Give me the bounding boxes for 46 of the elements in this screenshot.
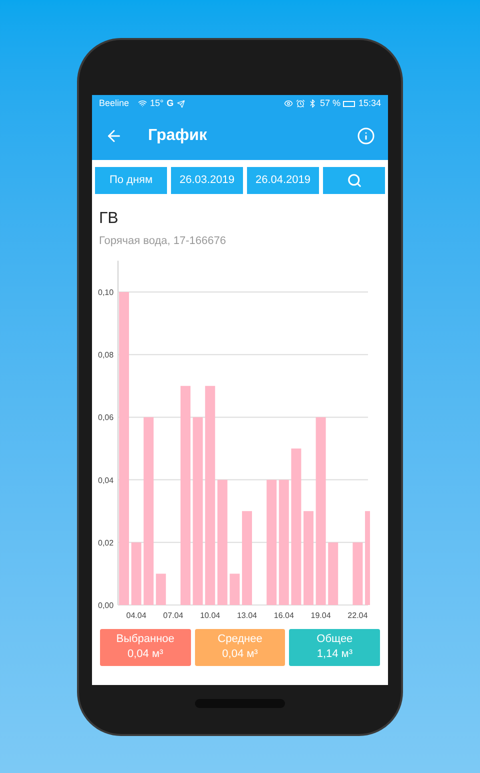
- x-tick-label: 16.04: [274, 610, 294, 620]
- clock-text: 15:34: [358, 96, 381, 110]
- y-tick-label: 0,08: [98, 350, 114, 360]
- summary-value: 0,04 м³: [222, 647, 258, 662]
- y-tick-label: 0,04: [98, 475, 114, 484]
- alarm-icon: [296, 99, 305, 108]
- y-tick-label: 0,10: [98, 288, 114, 296]
- battery-icon: [343, 100, 356, 106]
- meter-subtitle: Горячая вода, 17-166676: [99, 234, 227, 249]
- filter-button[interactable]: 26.04.2019: [247, 167, 319, 194]
- summary-label: Общее: [316, 632, 353, 647]
- bar: [230, 573, 240, 604]
- summary-label: Среднее: [218, 632, 262, 647]
- x-tick-label: 07.04: [163, 610, 184, 620]
- bar: [328, 542, 338, 604]
- x-tick-label: 19.04: [310, 610, 331, 620]
- filter-button[interactable]: По дням: [95, 167, 167, 194]
- wifi-icon: [138, 99, 148, 108]
- network-text: G: [166, 96, 174, 110]
- x-tick-label: 04.04: [126, 610, 146, 620]
- search-icon: [346, 173, 362, 188]
- info-icon: [357, 127, 375, 145]
- x-tick-label: 13.04: [236, 610, 258, 620]
- y-tick-label: 0,00: [98, 600, 114, 610]
- send-icon: [176, 100, 185, 108]
- carrier-text: Beeline: [99, 96, 130, 110]
- x-tick-label: 10.04: [200, 610, 220, 620]
- bluetooth-icon: [308, 99, 317, 108]
- summary-value: 0,04 м³: [127, 647, 164, 662]
- screen-title: График: [148, 126, 208, 146]
- eye-icon: [284, 99, 293, 108]
- meter-title: ГВ: [99, 209, 120, 229]
- summary-label: Выбранное: [116, 632, 174, 647]
- summary-value: 1,14 м³: [316, 647, 353, 662]
- temperature-text: 15°: [150, 96, 164, 110]
- bar: [352, 542, 363, 604]
- bar: [131, 542, 142, 604]
- x-tick-label: 22.04: [348, 610, 368, 620]
- info-button[interactable]: [357, 127, 375, 145]
- y-tick-label: 0,02: [98, 538, 114, 547]
- filter-button[interactable]: 26.03.2019: [171, 167, 243, 194]
- y-tick-label: 0,06: [98, 412, 114, 422]
- bar: [156, 573, 166, 604]
- search-button[interactable]: [323, 167, 385, 194]
- back-button[interactable]: [105, 127, 123, 145]
- battery-text: 57 %: [320, 96, 340, 110]
